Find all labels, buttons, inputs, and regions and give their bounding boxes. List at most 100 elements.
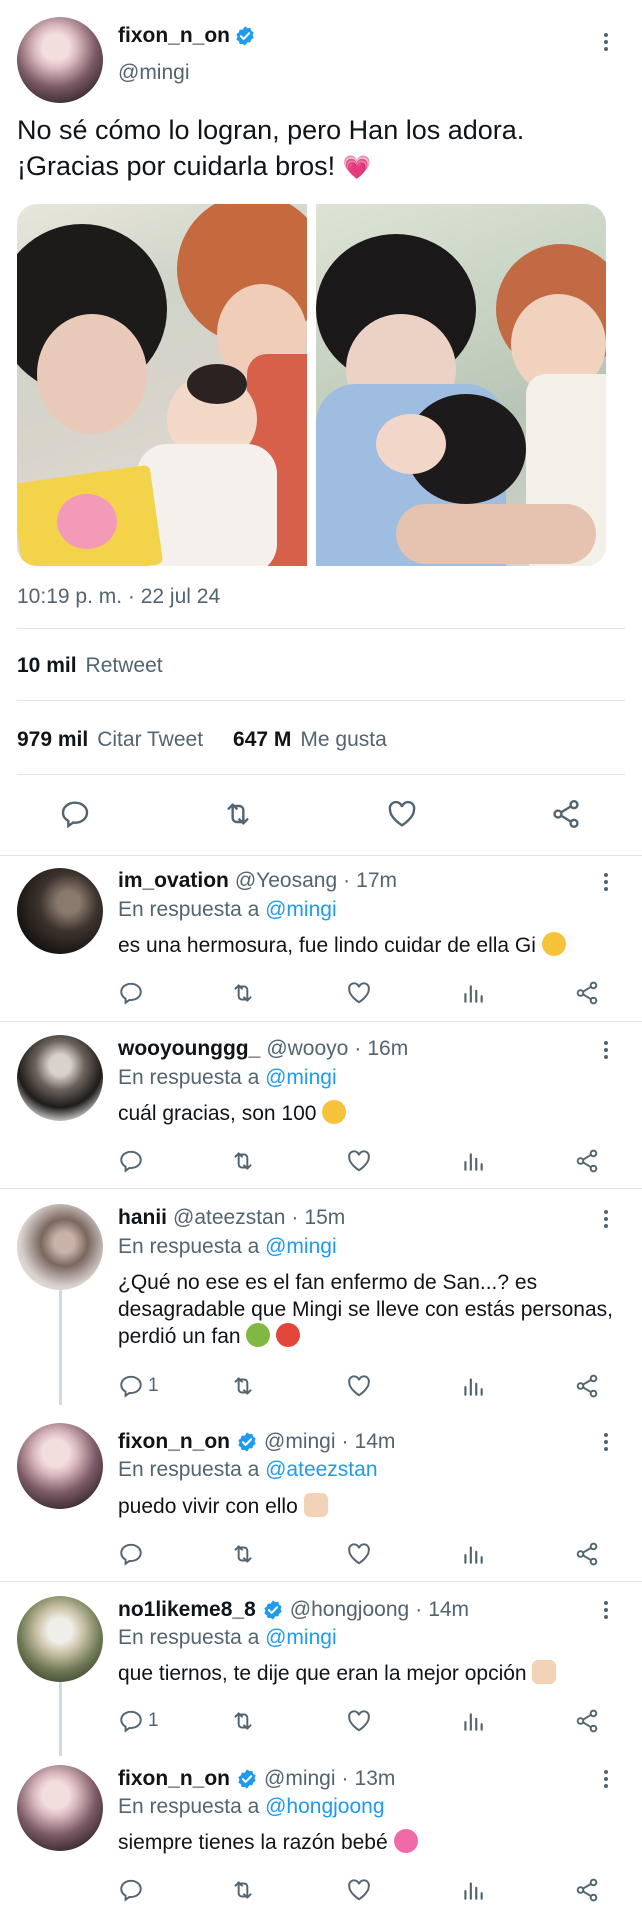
share-button[interactable] <box>574 1541 600 1567</box>
reply-author-handle[interactable]: @mingi <box>264 1767 336 1791</box>
tweet-text: No sé cómo lo logran, pero Han los adora… <box>17 112 617 185</box>
reply-author-handle[interactable]: @Yeosang <box>235 869 337 893</box>
reply-button[interactable] <box>118 1541 148 1567</box>
reply-item[interactable]: wooyounggg_ @wooyo · 16m En respuesta a … <box>0 1022 642 1188</box>
reply-more-icon[interactable] <box>596 1430 616 1458</box>
share-button[interactable] <box>574 1708 600 1734</box>
reply-button[interactable] <box>118 1148 148 1174</box>
author-handle[interactable]: @mingi <box>118 61 190 85</box>
reply-author-name[interactable]: wooyounggg_ <box>118 1037 260 1061</box>
reply-more-icon[interactable] <box>596 1207 616 1235</box>
share-button[interactable] <box>574 980 600 1006</box>
reply-more-icon[interactable] <box>596 870 616 898</box>
separator-dot: · <box>341 1430 349 1453</box>
in-reply-to-mention[interactable]: @mingi <box>265 1626 337 1649</box>
stats-button[interactable] <box>460 1708 486 1734</box>
retweet-icon <box>230 980 256 1006</box>
reply-author-name[interactable]: hanii <box>118 1206 167 1230</box>
quote-count[interactable]: 979 mil <box>17 728 88 752</box>
reply-button[interactable]: 1 <box>118 1708 159 1734</box>
media-photo-1[interactable] <box>17 204 307 566</box>
stats-button[interactable] <box>460 1373 486 1399</box>
reply-more-icon[interactable] <box>596 1038 616 1066</box>
like-label[interactable]: Me gusta <box>300 728 386 752</box>
retweet-button[interactable] <box>230 1373 256 1399</box>
stats-button[interactable] <box>460 1148 486 1174</box>
reply-item[interactable]: fixon_n_on @mingi · 13m En respuesta a @… <box>0 1756 642 1920</box>
like-button[interactable] <box>346 1541 372 1567</box>
reply-avatar[interactable] <box>17 868 103 954</box>
stats-button[interactable] <box>460 980 486 1006</box>
retweet-button[interactable] <box>230 1708 256 1734</box>
reply-item[interactable]: hanii @ateezstan · 15m En respuesta a @m… <box>0 1189 642 1421</box>
reply-icon[interactable] <box>59 798 91 830</box>
retweet-button[interactable] <box>230 1148 256 1174</box>
reply-avatar[interactable] <box>17 1423 103 1509</box>
like-icon <box>346 1877 372 1903</box>
reply-author-name[interactable]: fixon_n_on <box>118 1767 230 1791</box>
retweet-button[interactable] <box>230 980 256 1006</box>
stats-button[interactable] <box>460 1541 486 1567</box>
share-icon <box>574 1708 600 1734</box>
share-button[interactable] <box>574 1877 600 1903</box>
reply-time[interactable]: 14m <box>428 1598 469 1622</box>
reply-time[interactable]: 15m <box>304 1206 345 1230</box>
retweet-button[interactable] <box>230 1541 256 1567</box>
reply-more-icon[interactable] <box>596 1767 616 1795</box>
reply-author-name[interactable]: fixon_n_on <box>118 1430 230 1454</box>
reply-author-handle[interactable]: @ateezstan <box>173 1206 285 1230</box>
tweet-media[interactable] <box>17 204 606 566</box>
share-icon[interactable] <box>550 798 582 830</box>
reply-header: im_ovation @Yeosang · 17m <box>118 869 397 893</box>
like-button[interactable] <box>346 1373 372 1399</box>
retweet-button[interactable] <box>230 1877 256 1903</box>
like-icon <box>346 1373 372 1399</box>
like-button[interactable] <box>346 1877 372 1903</box>
more-options-icon[interactable] <box>596 30 616 58</box>
reply-item[interactable]: no1likeme8_8 @hongjoong · 14m En respues… <box>0 1582 642 1767</box>
in-reply-to-mention[interactable]: @mingi <box>265 1066 337 1089</box>
reply-author-name[interactable]: no1likeme8_8 <box>118 1598 256 1622</box>
reply-avatar[interactable] <box>17 1035 103 1121</box>
reply-author-name[interactable]: im_ovation <box>118 869 229 893</box>
like-count[interactable]: 647 M <box>233 728 291 752</box>
reply-avatar[interactable] <box>17 1204 103 1290</box>
stats-button[interactable] <box>460 1877 486 1903</box>
reply-author-handle[interactable]: @hongjoong <box>290 1598 409 1622</box>
in-reply-to-mention[interactable]: @hongjoong <box>265 1795 384 1818</box>
author-avatar[interactable] <box>17 17 103 103</box>
share-button[interactable] <box>574 1148 600 1174</box>
share-button[interactable] <box>574 1373 600 1399</box>
reply-time[interactable]: 16m <box>367 1037 408 1061</box>
reply-time[interactable]: 13m <box>355 1767 396 1791</box>
retweet-stats[interactable]: 10 mil Retweet <box>17 654 163 678</box>
tweet-text-line-1: No sé cómo lo logran, pero Han los adora… <box>17 115 525 145</box>
author-name[interactable]: fixon_n_on <box>118 24 230 48</box>
reply-button[interactable] <box>118 1877 148 1903</box>
reply-author-handle[interactable]: @mingi <box>264 1430 336 1454</box>
in-reply-to-label: En respuesta a <box>118 1795 260 1818</box>
author-name-row[interactable]: fixon_n_on <box>118 24 256 48</box>
tweet-timestamp[interactable]: 10:19 p. m. · 22 jul 24 <box>17 585 220 609</box>
quote-label[interactable]: Citar Tweet <box>97 728 203 752</box>
in-reply-to-mention[interactable]: @mingi <box>265 1235 337 1258</box>
media-photo-2[interactable] <box>316 204 606 566</box>
in-reply-to-mention[interactable]: @mingi <box>265 898 337 921</box>
like-icon[interactable] <box>386 798 418 830</box>
reply-avatar[interactable] <box>17 1765 103 1851</box>
in-reply-to-mention[interactable]: @ateezstan <box>265 1458 377 1481</box>
reply-item[interactable]: im_ovation @Yeosang · 17m En respuesta a… <box>0 856 642 1021</box>
like-button[interactable] <box>346 980 372 1006</box>
like-button[interactable] <box>346 1708 372 1734</box>
retweet-icon[interactable] <box>222 798 254 830</box>
reply-avatar[interactable] <box>17 1596 103 1682</box>
reply-author-handle[interactable]: @wooyo <box>266 1037 348 1061</box>
reply-time[interactable]: 14m <box>355 1430 396 1454</box>
reply-button[interactable] <box>118 980 148 1006</box>
reply-more-icon[interactable] <box>596 1598 616 1626</box>
in-reply-to: En respuesta a @mingi <box>118 1066 337 1090</box>
reply-item[interactable]: fixon_n_on @mingi · 14m En respuesta a @… <box>0 1421 642 1581</box>
reply-time[interactable]: 17m <box>356 869 397 893</box>
like-button[interactable] <box>346 1148 372 1174</box>
reply-button[interactable]: 1 <box>118 1373 159 1399</box>
